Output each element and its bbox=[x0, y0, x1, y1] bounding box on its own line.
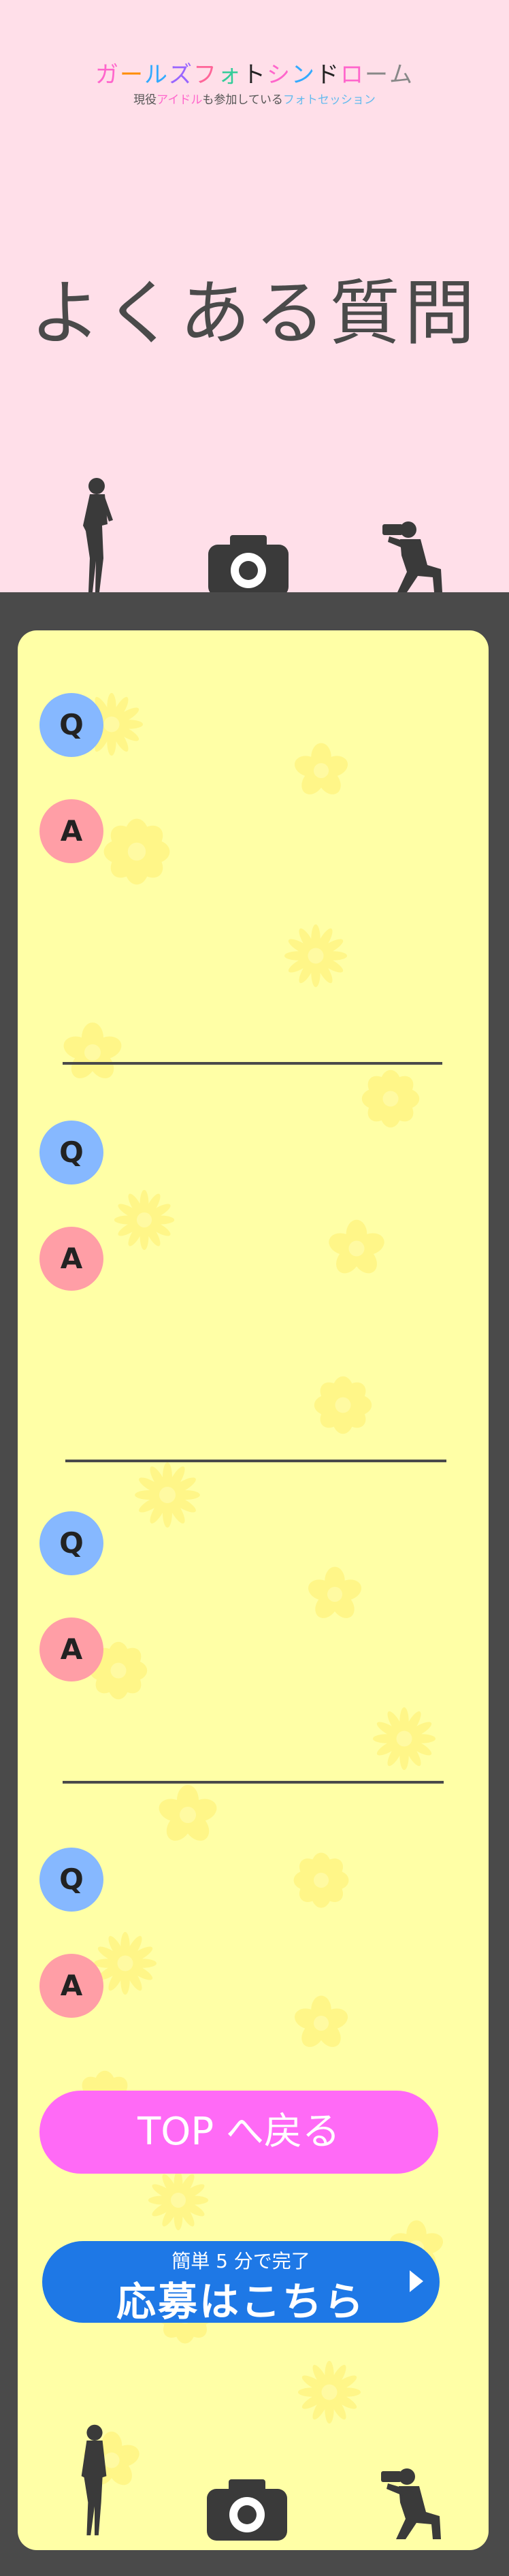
flower-decoration bbox=[372, 1707, 436, 1771]
flower-decoration bbox=[314, 1376, 372, 1434]
faq-divider bbox=[63, 1062, 442, 1065]
arrow-right-icon bbox=[410, 2270, 423, 2292]
question-badge: Q bbox=[39, 1848, 103, 1912]
logo-char: シ bbox=[267, 61, 291, 88]
photographer-silhouette bbox=[382, 521, 442, 592]
logo-char: ト bbox=[242, 61, 267, 88]
tagline-part: も参加している bbox=[202, 93, 283, 107]
flower-decoration bbox=[63, 1023, 122, 1078]
tagline-part: アイドル bbox=[157, 93, 203, 107]
logo-char: ガ bbox=[95, 61, 120, 88]
flower-decoration bbox=[294, 1995, 348, 2047]
answer-badge: A bbox=[39, 1617, 103, 1681]
logo-char: ム bbox=[389, 61, 414, 88]
question-badge: Q bbox=[39, 693, 103, 757]
logo-char: ル bbox=[144, 61, 169, 88]
flower-decoration bbox=[159, 1785, 217, 1841]
model-silhouette bbox=[81, 2424, 107, 2536]
flower-decoration bbox=[135, 1462, 200, 1528]
apply-button[interactable]: 簡単 5 分で完了 応募はこちら bbox=[42, 2241, 440, 2325]
flower-decoration bbox=[329, 1219, 384, 1274]
answer-badge: A bbox=[39, 1954, 103, 2018]
logo-char: ー bbox=[365, 61, 389, 88]
flower-decoration bbox=[297, 2360, 361, 2424]
logo-char: ロ bbox=[340, 61, 365, 88]
tagline-part: フォトセッション bbox=[282, 93, 376, 107]
logo-char: ー bbox=[120, 61, 144, 88]
header: ガールズフォトシンドローム 現役アイドルも参加しているフォトセッション よくある… bbox=[0, 0, 509, 596]
flower-decoration bbox=[284, 924, 348, 988]
logo-char: ズ bbox=[169, 61, 193, 88]
flower-decoration bbox=[103, 818, 170, 885]
logo-char: ン bbox=[291, 61, 316, 88]
flower-decoration bbox=[361, 1069, 420, 1128]
site-tagline: 現役アイドルも参加しているフォトセッション bbox=[0, 90, 509, 107]
camera-icon bbox=[208, 535, 289, 596]
flower-decoration bbox=[294, 743, 348, 794]
flower-decoration bbox=[293, 1852, 349, 1908]
flower-decoration bbox=[308, 1566, 362, 1618]
logo-char: フ bbox=[193, 61, 218, 88]
faq-panel: Q A Q A Q A Q A TOP へ戻る 簡単 5 分で完了 応募はこちら bbox=[18, 630, 489, 2550]
flower-decoration bbox=[114, 1189, 175, 1251]
answer-badge: A bbox=[39, 799, 103, 863]
logo-char: ド bbox=[316, 61, 340, 88]
question-badge: Q bbox=[39, 1121, 103, 1185]
model-silhouette bbox=[83, 478, 113, 592]
tagline-part: 現役 bbox=[133, 93, 157, 107]
camera-icon bbox=[207, 2479, 287, 2541]
flower-decoration bbox=[148, 2170, 209, 2231]
faq-divider bbox=[65, 1460, 446, 1462]
site-logo[interactable]: ガールズフォトシンドローム bbox=[0, 56, 509, 89]
page-title: よくある質問 bbox=[29, 272, 479, 355]
photographer-silhouette bbox=[381, 2468, 441, 2539]
back-to-top-button[interactable]: TOP へ戻る bbox=[39, 2091, 438, 2174]
faq-page: ガールズフォトシンドローム 現役アイドルも参加しているフォトセッション よくある… bbox=[0, 0, 509, 2576]
apply-button-label: 応募はこちら bbox=[116, 2279, 365, 2325]
answer-badge: A bbox=[39, 1227, 103, 1291]
faq-divider bbox=[63, 1781, 444, 1784]
logo-char: ォ bbox=[218, 61, 242, 88]
question-badge: Q bbox=[39, 1511, 103, 1575]
